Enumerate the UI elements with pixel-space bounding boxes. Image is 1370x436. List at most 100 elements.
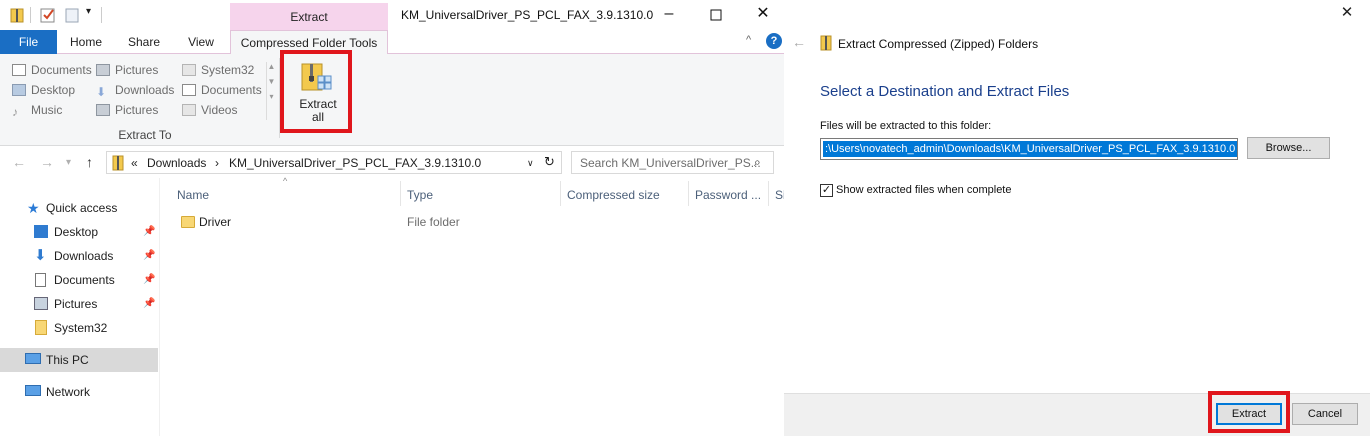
extract-to-pictures-2[interactable]: Pictures [96,101,158,119]
item-label: Music [31,103,63,117]
tab-share[interactable]: Share [120,30,168,54]
pin-icon[interactable]: 📌 [143,268,155,292]
item-label: Pictures [115,63,159,77]
context-tab-label: Extract [290,10,328,24]
extract-to-desktop[interactable]: Desktop [12,81,75,99]
zip-folder-icon [112,155,124,171]
column-divider[interactable] [768,181,769,206]
properties-icon[interactable] [40,7,55,23]
nav-label: Desktop [54,225,99,239]
extract-to-documents[interactable]: Documents [12,61,92,79]
pin-icon[interactable]: 📌 [143,292,155,316]
column-header-compressed-size[interactable]: Compressed size [567,186,660,204]
highlight-box-extract-all [280,50,352,133]
pin-icon[interactable]: 📌 [143,244,155,268]
dialog-title: Extract Compressed (Zipped) Folders [838,37,1039,51]
extract-to-documents-2[interactable]: Documents [182,81,262,99]
quick-access-dropdown-icon[interactable]: ▾ [86,6,91,17]
nav-desktop[interactable]: Desktop 📌 [0,220,158,244]
column-header-name[interactable]: Name [177,186,209,204]
pane-divider[interactable] [159,178,160,436]
forward-icon[interactable]: → [40,154,54,170]
tab-view[interactable]: View [177,30,225,54]
dialog-heading: Select a Destination and Extract Files [820,83,1070,100]
pin-icon[interactable]: 📌 [143,220,155,244]
cancel-button[interactable]: Cancel [1292,403,1358,425]
desktop-icon [34,225,48,238]
scroll-down-icon[interactable]: ▼ [267,77,276,86]
tab-home[interactable]: Home [62,30,110,54]
destination-path-field[interactable]: :\Users\novatech_admin\Downloads\KM_Univ… [820,138,1238,160]
back-icon[interactable]: ← [12,154,26,170]
refresh-icon[interactable]: ↻ [544,154,555,170]
folder-icon [182,64,196,76]
file-name: Driver [199,215,231,229]
maximize-button[interactable] [703,4,729,26]
extract-to-system32[interactable]: System32 [182,61,254,79]
nav-downloads[interactable]: ⬇ Downloads 📌 [0,244,158,268]
sort-ascending-icon: ^ [283,176,288,186]
window-title: KM_UniversalDriver_PS_PCL_FAX_3.9.1310.0 [401,8,654,22]
back-icon[interactable]: ← [792,34,806,50]
search-icon[interactable]: ⌕ [754,155,761,170]
gallery-more-icon[interactable]: ▾ [267,92,276,101]
nav-label: System32 [54,321,108,335]
nav-quick-access[interactable]: ★ Quick access [0,196,158,220]
column-divider[interactable] [688,181,689,206]
collapse-ribbon-icon[interactable]: ^ [746,34,751,46]
show-extracted-checkbox[interactable]: ✓ [820,184,833,197]
column-header-type[interactable]: Type [407,186,433,204]
browse-button[interactable]: Browse... [1247,137,1330,159]
item-label: Documents [31,63,92,77]
new-folder-icon[interactable] [65,7,79,23]
extract-to-videos[interactable]: Videos [182,101,237,119]
videos-icon [182,104,196,116]
up-icon[interactable]: ↑ [86,154,93,170]
gallery-scrollbar[interactable]: ▲ ▼ ▾ [266,62,276,120]
address-overflow[interactable]: « [131,156,138,170]
column-divider[interactable] [560,181,561,206]
recent-locations-icon[interactable]: ▾ [66,157,71,168]
extract-to-downloads[interactable]: ⬇ Downloads [96,81,174,99]
help-icon[interactable]: ? [766,33,782,49]
breadcrumb-chevron-icon[interactable]: › [215,156,219,170]
nav-system32[interactable]: System32 [0,316,158,340]
nav-network[interactable]: Network [0,380,158,404]
nav-pictures[interactable]: Pictures 📌 [0,292,158,316]
search-input[interactable]: Search KM_UniversalDriver_PS... [580,156,761,170]
show-extracted-label[interactable]: Show extracted files when complete [836,184,1011,196]
address-dropdown-icon[interactable]: ∨ [527,158,534,169]
file-row[interactable]: Driver File folder [172,210,772,234]
breadcrumb-downloads[interactable]: Downloads [147,156,206,170]
desktop-icon [12,84,26,96]
column-divider[interactable] [400,181,401,206]
minimize-button[interactable]: – [656,4,682,26]
item-label: Documents [201,83,262,97]
breadcrumb-current-folder[interactable]: KM_UniversalDriver_PS_PCL_FAX_3.9.1310.0 [229,156,481,170]
close-button[interactable]: ✕ [750,4,776,26]
highlight-box-extract [1208,391,1290,433]
extract-to-pictures[interactable]: Pictures [96,61,158,79]
nav-this-pc[interactable]: This PC [0,348,158,372]
zip-folder-icon [10,7,24,23]
address-bar[interactable]: « Downloads › KM_UniversalDriver_PS_PCL_… [106,151,562,174]
column-header-password[interactable]: Password ... [695,186,761,204]
context-tab-band: Extract [230,3,388,30]
pictures-icon [96,104,110,116]
nav-documents[interactable]: Documents 📌 [0,268,158,292]
documents-icon [12,64,26,76]
pictures-icon [96,64,110,76]
column-header-size[interactable]: Si [775,186,784,204]
tab-file[interactable]: File [0,30,57,54]
nav-label: Quick access [46,201,118,215]
dialog-close-button[interactable]: ✕ [1334,2,1360,24]
documents-icon [35,273,46,287]
item-label: Videos [201,103,238,117]
extract-to-music[interactable]: ♪ Music [12,101,62,119]
destination-path-value[interactable]: :\Users\novatech_admin\Downloads\KM_Univ… [823,141,1237,157]
file-type: File folder [407,215,460,229]
search-box[interactable]: Search KM_UniversalDriver_PS... ⌕ [571,151,774,174]
scroll-up-icon[interactable]: ▲ [267,62,276,71]
nav-label: Pictures [54,297,98,311]
documents-icon [182,84,196,96]
